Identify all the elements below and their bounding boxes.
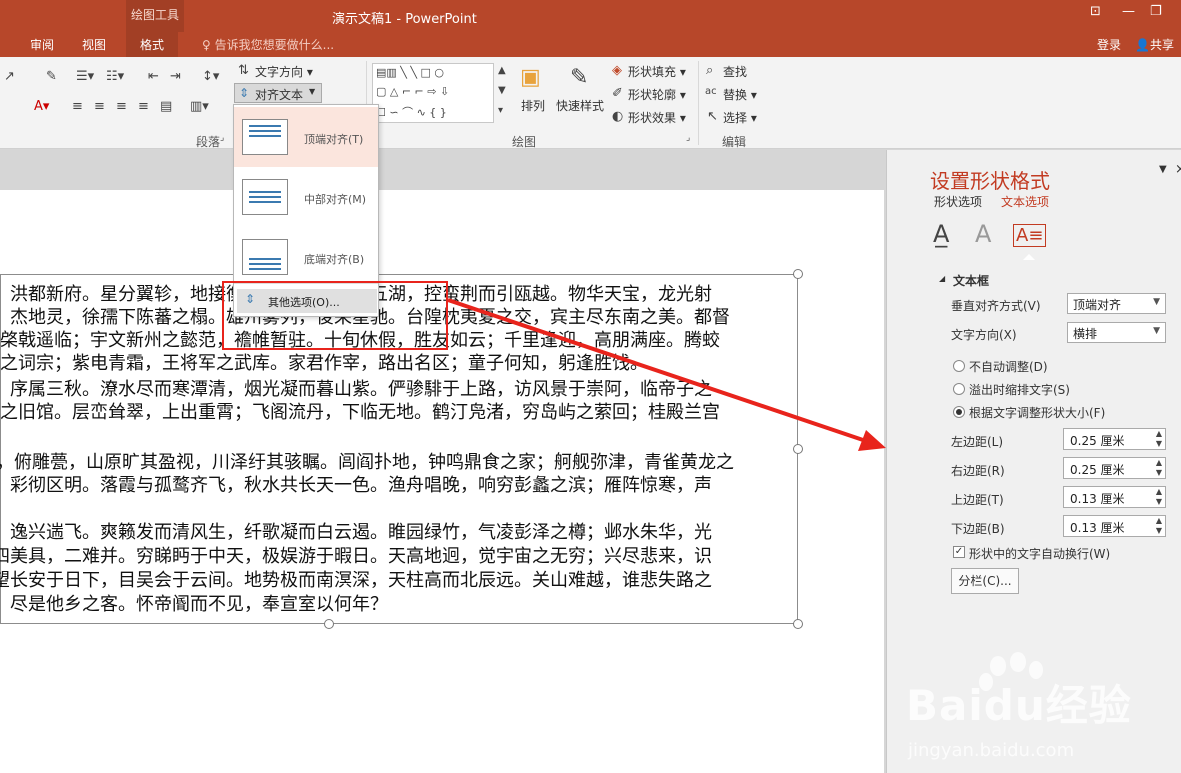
direction-value: 横排 — [1073, 327, 1098, 341]
autofit-resize-label: 根据文字调整形状大小(F) — [969, 406, 1106, 420]
wrap-checkbox[interactable]: ✓ — [953, 546, 965, 558]
spinner-icon[interactable]: ▲ ▼ — [1156, 516, 1162, 536]
top-margin-value: 0.13 厘米 — [1070, 492, 1125, 506]
watermark-url: jingyan.baidu.com — [908, 740, 1075, 761]
tab-text-options[interactable]: 文本选项 — [1001, 193, 1049, 210]
collapse-icon[interactable]: ◢ — [939, 274, 945, 283]
pane-title: 设置形状格式 — [930, 169, 1050, 193]
bottom-margin-label: 下边距(B) — [951, 522, 1005, 536]
spinner-icon[interactable]: ▲ ▼ — [1156, 458, 1162, 478]
valign-label: 垂直对齐方式(V) — [951, 299, 1041, 313]
close-icon[interactable]: × — [1175, 162, 1181, 177]
text-fill-icon[interactable]: A̲ — [933, 220, 949, 248]
autofit-none-label: 不自动调整(D) — [969, 360, 1048, 374]
active-tab-marker — [1023, 254, 1035, 260]
watermark-brand: Baidu经验 — [906, 681, 1132, 730]
left-margin-value: 0.25 厘米 — [1070, 434, 1125, 448]
chevron-down-icon: ▼ — [1153, 326, 1160, 336]
autofit-shrink-label: 溢出时缩排文字(S) — [969, 383, 1070, 397]
spinner-icon[interactable]: ▲ ▼ — [1156, 487, 1162, 507]
valign-select[interactable]: 顶端对齐 ▼ — [1067, 293, 1166, 314]
right-margin-value: 0.25 厘米 — [1070, 463, 1125, 477]
valign-value: 顶端对齐 — [1073, 298, 1122, 312]
baidu-watermark: Baidu经验 jingyan.baidu.com — [906, 652, 1176, 767]
pane-options-icon[interactable]: ▼ — [1159, 164, 1167, 175]
right-margin-input[interactable]: 0.25 厘米 ▲ ▼ — [1063, 457, 1166, 479]
bottom-margin-input[interactable]: 0.13 厘米 ▲ ▼ — [1063, 515, 1166, 537]
radio-autofit-resize[interactable] — [953, 406, 965, 418]
left-margin-label: 左边距(L) — [951, 435, 1004, 449]
radio-autofit-shrink[interactable] — [953, 383, 965, 395]
columns-button[interactable]: 分栏(C)... — [951, 568, 1019, 594]
top-margin-input[interactable]: 0.13 厘米 ▲ ▼ — [1063, 486, 1166, 508]
tab-shape-options[interactable]: 形状选项 — [934, 193, 982, 210]
chevron-down-icon: ▼ — [1153, 297, 1160, 307]
left-margin-input[interactable]: 0.25 厘米 ▲ ▼ — [1063, 428, 1166, 450]
text-effects-icon[interactable]: A — [975, 220, 991, 248]
textbox-options-icon[interactable]: A≡ — [1013, 224, 1047, 247]
direction-label: 文字方向(X) — [951, 328, 1017, 342]
radio-autofit-none[interactable] — [953, 360, 965, 372]
top-margin-label: 上边距(T) — [951, 493, 1004, 507]
bottom-margin-value: 0.13 厘米 — [1070, 521, 1125, 535]
spinner-icon[interactable]: ▲ ▼ — [1156, 429, 1162, 449]
right-margin-label: 右边距(R) — [951, 464, 1005, 478]
direction-select[interactable]: 横排 ▼ — [1067, 322, 1166, 343]
wrap-label: 形状中的文字自动换行(W) — [969, 547, 1111, 561]
section-textbox[interactable]: 文本框 — [953, 272, 989, 289]
